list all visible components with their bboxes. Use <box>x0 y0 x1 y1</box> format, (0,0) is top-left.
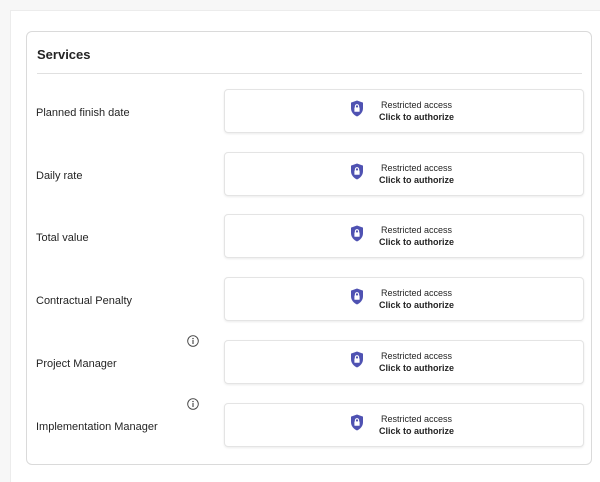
restricted-access-label: Restricted access <box>380 288 453 298</box>
click-to-authorize-label: Click to authorize <box>379 300 455 310</box>
authorize-content: Restricted access Click to authorize <box>350 413 490 439</box>
field-label: Implementation Manager <box>36 421 158 433</box>
authorize-button[interactable]: Restricted access Click to authorize <box>224 214 584 258</box>
authorize-text: Restricted access Click to authorize <box>379 99 454 123</box>
authorize-button[interactable]: Restricted access Click to authorize <box>224 277 584 321</box>
authorize-text: Restricted access Click to authorize <box>379 287 454 311</box>
field-row-daily-rate: Daily rate Restricted access Click to au… <box>27 152 591 196</box>
authorize-text: Restricted access Click to authorize <box>379 224 454 248</box>
authorize-content: Restricted access Click to authorize <box>350 162 490 188</box>
field-label: Daily rate <box>36 170 83 182</box>
shield-lock-icon <box>351 351 363 368</box>
section-title: Services <box>37 47 91 62</box>
info-icon[interactable] <box>187 335 199 347</box>
click-to-authorize-label: Click to authorize <box>379 237 455 247</box>
authorize-button[interactable]: Restricted access Click to authorize <box>224 403 584 447</box>
click-to-authorize-label: Click to authorize <box>379 112 455 122</box>
authorize-content: Restricted access Click to authorize <box>350 224 490 250</box>
shield-lock-icon <box>351 100 363 117</box>
authorize-text: Restricted access Click to authorize <box>379 162 454 186</box>
services-section: Services Planned finish date Restricted … <box>26 31 592 465</box>
field-label: Total value <box>36 232 89 244</box>
authorize-content: Restricted access Click to authorize <box>350 287 490 313</box>
authorize-content: Restricted access Click to authorize <box>350 350 490 376</box>
restricted-access-label: Restricted access <box>380 100 453 110</box>
click-to-authorize-label: Click to authorize <box>379 175 455 185</box>
page-background: Services Planned finish date Restricted … <box>10 10 600 482</box>
restricted-access-label: Restricted access <box>380 414 453 424</box>
authorize-content: Restricted access Click to authorize <box>350 99 490 125</box>
shield-lock-icon <box>351 163 363 180</box>
authorize-button[interactable]: Restricted access Click to authorize <box>224 152 584 196</box>
restricted-access-label: Restricted access <box>380 225 453 235</box>
click-to-authorize-label: Click to authorize <box>379 426 455 436</box>
restricted-access-label: Restricted access <box>380 163 453 173</box>
field-row-contractual-penalty: Contractual Penalty Restricted access Cl… <box>27 277 591 321</box>
authorize-text: Restricted access Click to authorize <box>379 413 454 437</box>
field-row-total-value: Total value Restricted access Click to a… <box>27 214 591 258</box>
authorize-button[interactable]: Restricted access Click to authorize <box>224 89 584 133</box>
authorize-button[interactable]: Restricted access Click to authorize <box>224 340 584 384</box>
field-row-planned-finish-date: Planned finish date Restricted access Cl… <box>27 89 591 133</box>
field-label: Planned finish date <box>36 107 130 119</box>
field-label: Project Manager <box>36 358 117 370</box>
field-row-project-manager: Project Manager Restricted access Click … <box>27 335 591 384</box>
section-divider <box>37 73 582 74</box>
shield-lock-icon <box>351 225 363 242</box>
field-label: Contractual Penalty <box>36 295 132 307</box>
field-row-implementation-manager: Implementation Manager Restricted access… <box>27 398 591 447</box>
info-icon[interactable] <box>187 398 199 410</box>
shield-lock-icon <box>351 414 363 431</box>
click-to-authorize-label: Click to authorize <box>379 363 455 373</box>
restricted-access-label: Restricted access <box>380 351 453 361</box>
authorize-text: Restricted access Click to authorize <box>379 350 454 374</box>
shield-lock-icon <box>351 288 363 305</box>
